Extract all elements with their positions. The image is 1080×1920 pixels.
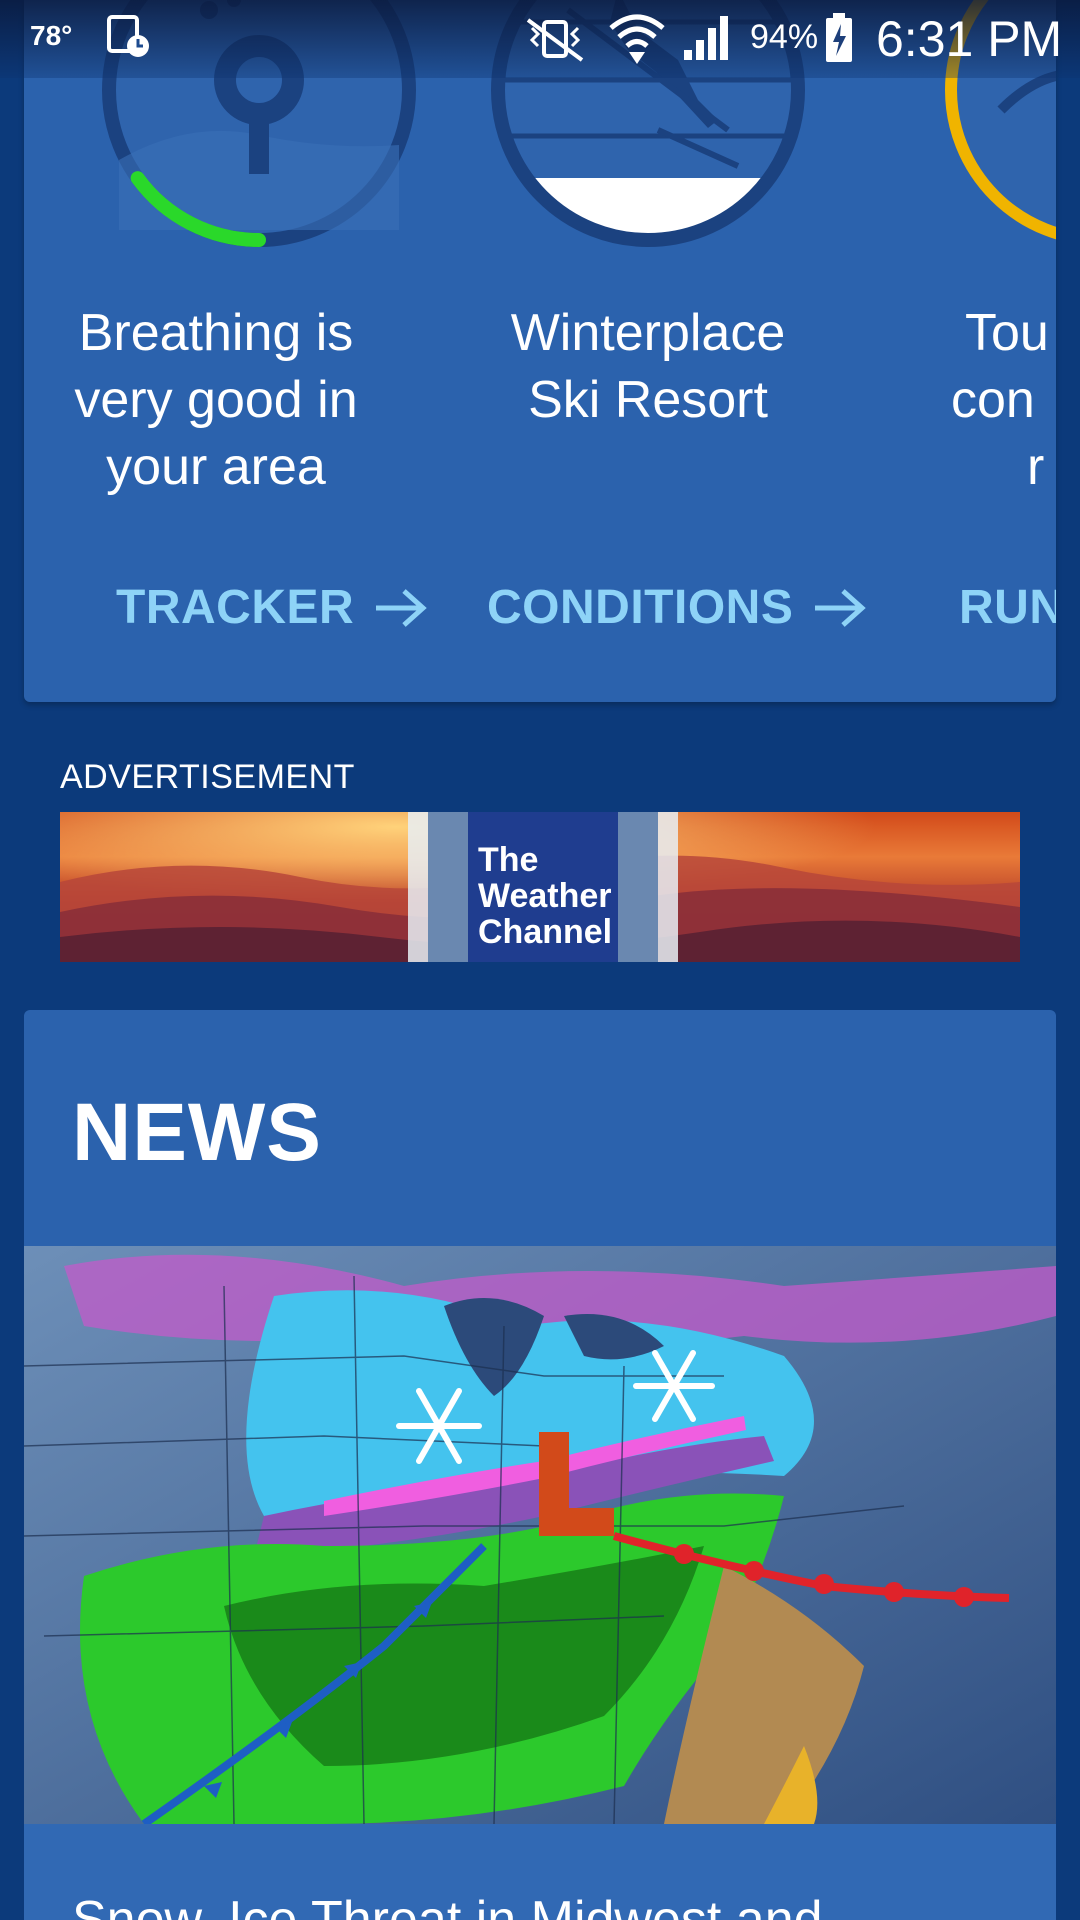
news-headline-row[interactable]: Snow, Ice Threat in Midwest and bbox=[24, 1824, 1056, 1920]
conditions-link[interactable]: CONDITIONS bbox=[487, 580, 867, 635]
news-headline: Snow, Ice Threat in Midwest and bbox=[72, 1891, 823, 1920]
tracker-link[interactable]: TRACKER bbox=[116, 580, 428, 635]
insights-carousel[interactable]: Breathing is very good in your area TRAC… bbox=[24, 0, 1056, 702]
outdoor-activity-card[interactable]: Tou con r RUN T bbox=[891, 0, 1056, 702]
tracker-link-label: TRACKER bbox=[116, 581, 355, 634]
air-quality-title: Breathing is very good in your area bbox=[24, 300, 411, 501]
status-bar: 78° 94% 6:31 PM bbox=[0, 0, 1080, 78]
news-weather-map-image[interactable] bbox=[24, 1246, 1056, 1824]
news-card: NEWS Snow, Ice Threat in Midwest and bbox=[24, 1010, 1056, 1920]
card-title-line: Breathing is bbox=[78, 304, 354, 362]
advertisement-banner[interactable]: The Weather Channel bbox=[60, 812, 1020, 962]
air-quality-card[interactable]: Breathing is very good in your area TRAC… bbox=[24, 0, 427, 702]
screen: 78° 94% 6:31 PM Breathing is very good i… bbox=[0, 0, 1080, 1920]
calendar-clock-icon bbox=[107, 15, 149, 57]
cell-signal-icon bbox=[684, 16, 728, 60]
status-time: 6:31 PM bbox=[876, 11, 1063, 67]
arrow-right-icon bbox=[815, 588, 867, 627]
run-link[interactable]: RUN T bbox=[959, 580, 1056, 635]
battery-charging-icon bbox=[826, 13, 852, 62]
card-title-line: Winterplace bbox=[510, 304, 786, 362]
weather-map-graphic bbox=[24, 1246, 1056, 1824]
arrow-right-icon bbox=[376, 588, 427, 627]
card-title-line: Tou bbox=[965, 304, 1049, 362]
news-section-title: NEWS bbox=[72, 1087, 322, 1178]
wifi-icon bbox=[609, 14, 665, 64]
battery-percent: 94% bbox=[750, 18, 819, 56]
card-title-line: Ski Resort bbox=[528, 371, 768, 429]
ski-resort-title: Winterplace Ski Resort bbox=[453, 300, 843, 434]
logo-line: Weather bbox=[478, 877, 612, 915]
advertisement-label: ADVERTISEMENT bbox=[60, 758, 355, 796]
card-title-line: your area bbox=[106, 438, 326, 496]
outdoor-activity-title: Tou con r bbox=[951, 300, 1056, 501]
logo-line: Channel bbox=[478, 913, 613, 951]
status-temperature: 78° bbox=[30, 20, 73, 51]
vibrate-mute-icon bbox=[526, 18, 584, 62]
card-title-line: very good in bbox=[74, 371, 358, 429]
card-title-line: con bbox=[951, 371, 1035, 429]
weather-channel-logo: The Weather Channel bbox=[468, 812, 618, 962]
logo-line: The bbox=[478, 841, 539, 879]
card-title-line: r bbox=[1027, 438, 1045, 496]
conditions-link-label: CONDITIONS bbox=[487, 581, 794, 634]
ski-resort-card[interactable]: Winterplace Ski Resort CONDITIONS bbox=[453, 0, 867, 702]
run-link-label: RUN T bbox=[959, 581, 1056, 634]
